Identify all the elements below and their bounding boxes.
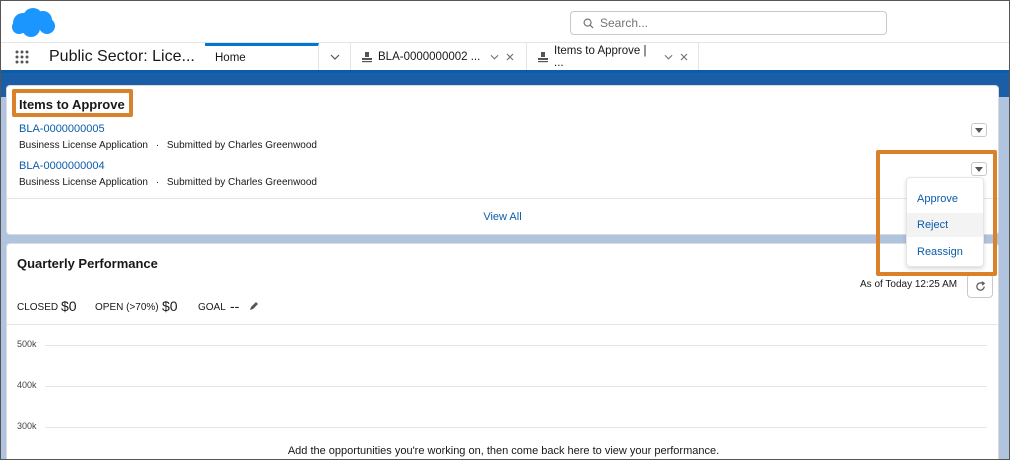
close-icon[interactable] [506,53,514,61]
view-all-link[interactable]: View All [7,211,998,223]
search-icon [583,18,594,29]
closed-label: CLOSED [17,302,59,313]
app-window: Search... Public Sector: Lice... Home BL… [0,0,1010,460]
tab-bla-record[interactable]: BLA-0000000002 ... [351,43,527,70]
tab-items-to-approve-label: Items to Approve | ... [554,44,647,69]
chevron-down-icon[interactable] [664,54,673,60]
gridline [45,386,987,387]
refresh-icon [975,280,985,291]
refresh-button[interactable] [967,274,993,298]
quarterly-performance-card: Quarterly Performance As of Today 12:25 … [6,243,999,459]
y-axis-tick: 300k [17,421,37,431]
approval-item-link[interactable]: BLA-0000000004 [19,160,105,172]
submitted-by: Submitted by Charles Greenwood [166,140,317,151]
chart-divider [7,324,998,325]
goal-value: -- [230,298,240,314]
license-icon [361,51,373,63]
card-divider [7,198,998,199]
tab-bla-record-label: BLA-0000000002 ... [378,50,481,63]
separator: · [155,140,160,151]
gridline [45,345,987,346]
search-placeholder: Search... [600,16,649,30]
edit-pencil-icon[interactable] [249,300,259,314]
approval-item-details: Business License Application · Submitted… [19,140,317,151]
navigation-bar: Public Sector: Lice... Home BLA-00000000… [1,43,1009,73]
chevron-down-icon[interactable] [490,54,499,60]
approval-item-details: Business License Application · Submitted… [19,177,317,188]
gridline [45,427,987,428]
closed-value: $0 [61,298,77,314]
record-type: Business License Application [19,140,148,151]
highlight-box [876,150,997,276]
separator: · [155,177,160,188]
items-to-approve-card: Items to Approve BLA-0000000005 Business… [6,85,999,235]
caret-down-icon [975,127,983,133]
global-header: Search... [1,1,1009,43]
approval-item-link[interactable]: BLA-0000000005 [19,123,105,135]
salesforce-logo-icon[interactable] [9,5,57,39]
tab-home[interactable]: Home [205,43,319,70]
open-value: $0 [162,298,178,314]
global-search-input[interactable]: Search... [570,11,887,35]
app-name: Public Sector: Lice... [49,47,195,65]
license-icon [537,51,549,63]
tab-items-to-approve[interactable]: Items to Approve | ... [527,43,699,70]
highlight-box [12,89,133,117]
row-actions-button[interactable] [971,123,987,137]
empty-state-message: Add the opportunities you're working on,… [287,445,720,457]
chevron-down-icon [330,54,339,60]
y-axis-tick: 400k [17,380,37,390]
goal-label: GOAL [198,302,226,313]
card-title: Quarterly Performance [17,256,158,271]
home-dropdown-button[interactable] [319,43,351,70]
app-launcher-icon[interactable] [1,43,43,70]
tab-home-label: Home [215,52,246,64]
submitted-by: Submitted by Charles Greenwood [166,177,317,188]
as-of-timestamp: As of Today 12:25 AM [860,279,958,290]
y-axis-tick: 500k [17,339,37,349]
close-icon[interactable] [680,53,688,61]
record-type: Business License Application [19,177,148,188]
open-label: OPEN (>70%) [95,302,159,313]
